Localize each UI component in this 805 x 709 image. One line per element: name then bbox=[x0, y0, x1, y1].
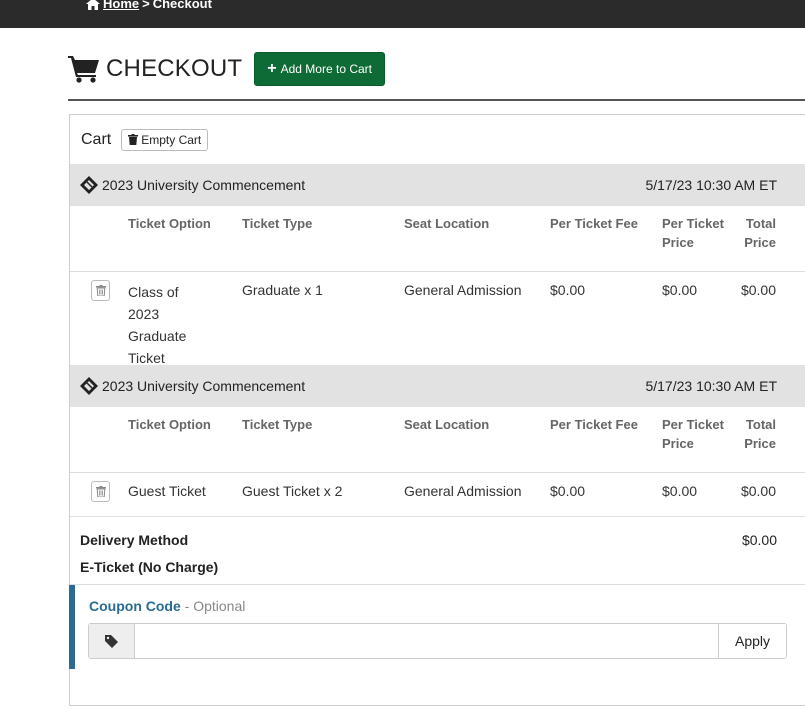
column-seat-location: Seat Location bbox=[404, 417, 490, 432]
ticket-option-line: Ticket bbox=[128, 350, 165, 366]
heading-divider bbox=[68, 99, 805, 101]
event-header: 2023 University Commencement 5/17/23 10:… bbox=[70, 365, 805, 407]
column-total-price: Total Price bbox=[744, 216, 776, 250]
coupon-code-input[interactable] bbox=[135, 624, 718, 658]
trash-icon bbox=[95, 285, 106, 296]
coupon-optional-label: - Optional bbox=[184, 598, 246, 614]
coupon-label: Coupon Code - Optional bbox=[89, 598, 245, 614]
page-heading: CHECKOUT + Add More to Cart bbox=[68, 52, 385, 86]
breadcrumb-separator: > bbox=[142, 0, 150, 11]
column-per-ticket-price: Per Ticket Price bbox=[662, 216, 724, 250]
event-name: 2023 University Commencement bbox=[102, 378, 306, 394]
add-more-to-cart-button[interactable]: + Add More to Cart bbox=[254, 52, 385, 86]
delivery-method-label: Delivery Method bbox=[80, 532, 189, 548]
per-ticket-price-cell: $0.00 bbox=[662, 282, 698, 298]
event-header: 2023 University Commencement 5/17/23 10:… bbox=[70, 164, 805, 206]
column-ticket-option: Ticket Option bbox=[128, 417, 211, 432]
tag-icon bbox=[105, 634, 118, 648]
ticket-option-line: 2023 bbox=[128, 306, 160, 322]
delivery-method-value: E-Ticket (No Charge) bbox=[80, 559, 219, 575]
table-row: Class of 2023 Graduate Ticket Graduate x… bbox=[70, 272, 805, 366]
ticket-table-header: Ticket Option Ticket Type Seat Location … bbox=[70, 206, 805, 272]
column-per-ticket-fee: Per Ticket Fee bbox=[550, 417, 638, 432]
cart-panel: Cart Empty Cart 2023 University Commence… bbox=[69, 114, 805, 706]
empty-cart-button[interactable]: Empty Cart bbox=[121, 128, 209, 151]
column-per-ticket-fee: Per Ticket Fee bbox=[550, 216, 638, 231]
coupon-input-group: Apply bbox=[88, 623, 787, 659]
empty-cart-label: Empty Cart bbox=[141, 132, 202, 147]
coupon-section: Coupon Code - Optional Apply bbox=[69, 585, 805, 669]
total-price-cell: $0.00 bbox=[740, 282, 776, 298]
ticket-option-line: Class of bbox=[128, 284, 179, 300]
trash-icon bbox=[95, 486, 106, 497]
plus-icon: + bbox=[267, 60, 277, 77]
ticket-table-header: Ticket Option Ticket Type Seat Location … bbox=[70, 407, 805, 473]
delivery-amount: $0.00 bbox=[741, 532, 777, 548]
delivery-method-section: Delivery Method E-Ticket (No Charge) $0.… bbox=[70, 517, 805, 585]
total-price-cell: $0.00 bbox=[740, 483, 776, 499]
cart-label: Cart bbox=[81, 130, 112, 148]
seat-location-cell: General Admission bbox=[404, 282, 522, 298]
column-total-price: Total Price bbox=[744, 417, 776, 451]
add-more-to-cart-label: Add More to Cart bbox=[280, 62, 372, 76]
per-ticket-fee-cell: $0.00 bbox=[550, 483, 586, 499]
per-ticket-price-cell: $0.00 bbox=[662, 483, 698, 499]
remove-ticket-button[interactable] bbox=[91, 481, 110, 502]
coupon-code-label: Coupon Code bbox=[89, 598, 181, 614]
ticket-option-cell: Class of 2023 Graduate Ticket bbox=[128, 281, 242, 369]
column-ticket-type: Ticket Type bbox=[242, 417, 313, 432]
apply-coupon-button[interactable]: Apply bbox=[718, 624, 786, 658]
ticket-type-cell: Graduate x 1 bbox=[242, 282, 323, 298]
breadcrumb-current: Checkout bbox=[152, 0, 212, 11]
trash-icon bbox=[128, 134, 139, 145]
event-name: 2023 University Commencement bbox=[102, 177, 306, 193]
remove-ticket-button[interactable] bbox=[91, 280, 110, 301]
column-ticket-type: Ticket Type bbox=[242, 216, 313, 231]
column-seat-location: Seat Location bbox=[404, 216, 490, 231]
ticket-icon bbox=[80, 377, 98, 395]
home-icon bbox=[86, 0, 100, 10]
coupon-addon bbox=[89, 624, 135, 658]
seat-location-cell: General Admission bbox=[404, 483, 522, 499]
event-datetime: 5/17/23 10:30 AM ET bbox=[645, 378, 777, 394]
top-navigation-bar: Home > Checkout bbox=[0, 0, 805, 28]
ticket-option-cell: Guest Ticket bbox=[128, 483, 206, 499]
cart-header: Cart Empty Cart bbox=[70, 115, 805, 164]
page-title: CHECKOUT bbox=[106, 55, 243, 82]
column-ticket-option: Ticket Option bbox=[128, 216, 211, 231]
column-per-ticket-price: Per Ticket Price bbox=[662, 417, 724, 451]
ticket-type-cell: Guest Ticket x 2 bbox=[242, 483, 343, 499]
event-datetime: 5/17/23 10:30 AM ET bbox=[645, 177, 777, 193]
ticket-icon bbox=[80, 176, 98, 194]
ticket-option-line: Graduate bbox=[128, 328, 187, 344]
breadcrumb-home-link[interactable]: Home bbox=[103, 0, 139, 11]
per-ticket-fee-cell: $0.00 bbox=[550, 282, 586, 298]
breadcrumb: Home > Checkout bbox=[86, 0, 212, 11]
shopping-cart-icon bbox=[68, 56, 99, 83]
table-row: Guest Ticket Guest Ticket x 2 General Ad… bbox=[70, 473, 805, 517]
